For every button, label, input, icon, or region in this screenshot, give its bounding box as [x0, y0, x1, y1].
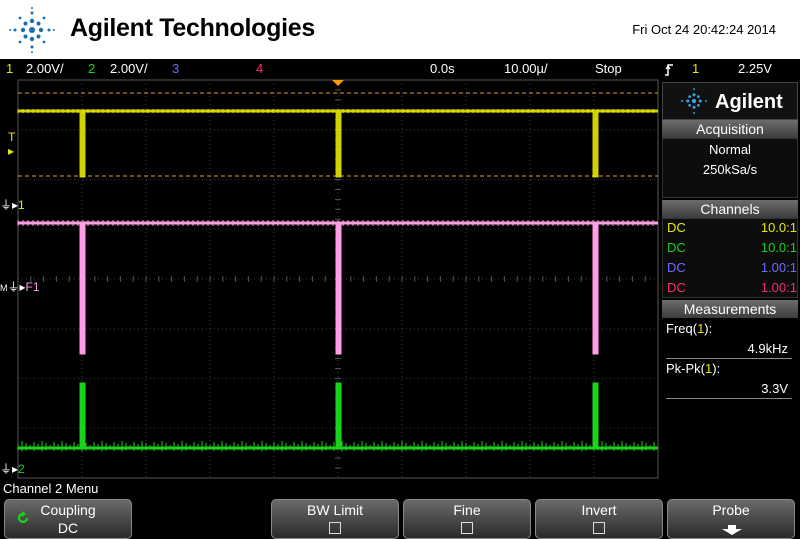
info-panel: Agilent Acquisition Normal 250kSa/s Chan… [660, 78, 800, 480]
timebase-readout[interactable]: 10.00µ/ [504, 59, 548, 78]
datetime-readout: Fri Oct 24 20:42:24 2014 [632, 22, 776, 37]
probe-softkey[interactable]: Probe [667, 499, 795, 539]
panel-brand: Agilent [715, 91, 783, 113]
submenu-arrow-icon [722, 525, 742, 535]
bw-limit-checkbox[interactable] [329, 522, 341, 534]
status-bar: 1 2.00V/ 2 2.00V/ 3 4 0.0s 10.00µ/ Stop … [0, 59, 800, 78]
coupling-softkey[interactable]: Coupling DC [4, 499, 132, 539]
meas-label: Freq(1): [666, 321, 713, 336]
channel-row: DC 10.0:1 [667, 239, 797, 257]
invert-softkey[interactable]: Invert [535, 499, 663, 539]
brand-title: Agilent Technologies [70, 14, 315, 42]
run-state[interactable]: Stop [595, 59, 622, 78]
channel-probe: 10.0:1 [760, 220, 797, 235]
acq-mode: Normal [709, 142, 751, 157]
channel-row: DC 1.00:1 [667, 279, 797, 297]
ch2-trace [18, 382, 658, 450]
bw-limit-label: BW Limit [307, 502, 363, 518]
softkey-bar: Coupling DC BW Limit Fine Invert Probe [0, 497, 800, 539]
meas-value: 3.3V [761, 381, 788, 396]
trigger-position-marker [332, 80, 344, 86]
ch3-number[interactable]: 3 [172, 59, 179, 78]
ch2-ground-marker[interactable]: ⏚▸2 [0, 460, 25, 477]
acquisition-section: Normal 250kSa/s [662, 138, 798, 198]
channel-probe: 10.0:1 [760, 240, 797, 255]
channel-row: DC 1.00:1 [667, 259, 797, 277]
channel-coupling: DC [667, 220, 686, 235]
coupling-value: DC [57, 520, 79, 536]
channels-header: Channels [662, 200, 798, 218]
acq-rate: 250kSa/s [702, 162, 758, 177]
channel-probe: 1.00:1 [760, 260, 797, 275]
agilent-badge: Agilent [662, 82, 798, 120]
meas-value: 4.9kHz [747, 341, 788, 356]
ch2-scale[interactable]: 2.00V/ [110, 59, 148, 78]
fine-softkey[interactable]: Fine [403, 499, 531, 539]
fine-label: Fine [453, 502, 481, 518]
measurements-header: Measurements [662, 300, 798, 318]
invert-label: Invert [581, 502, 617, 518]
channels-section: DC 10.0:1 DC 10.0:1 DC 1.00:1 DC 1.00:1 [662, 218, 798, 298]
trigger-source[interactable]: 1 [692, 59, 699, 78]
probe-label: Probe [712, 502, 750, 518]
ch1-scale[interactable]: 2.00V/ [26, 59, 64, 78]
ch2-number[interactable]: 2 [88, 59, 95, 78]
fine-checkbox[interactable] [461, 522, 473, 534]
menu-title: Channel 2 Menu [0, 480, 800, 497]
channel-row: DC 10.0:1 [667, 219, 797, 237]
meas-label: Pk-Pk(1): [666, 361, 721, 376]
channel-coupling: DC [667, 280, 686, 295]
coupling-label: Coupling [40, 502, 96, 518]
trigger-edge-icon [664, 59, 674, 78]
waveform-display[interactable]: T ▸ ⏚▸1 M⏚▸F1 ⏚▸2 [0, 78, 660, 480]
channel-coupling: DC [667, 240, 686, 255]
math-f1-trace [18, 221, 658, 355]
math-f1-marker[interactable]: M⏚▸F1 [0, 278, 40, 295]
acquisition-header: Acquisition [662, 120, 798, 138]
delay-readout[interactable]: 0.0s [430, 59, 455, 78]
agilent-spark-logo [9, 7, 55, 53]
waveform-graticule [17, 79, 659, 479]
bw-limit-softkey[interactable]: BW Limit [271, 499, 399, 539]
ch4-number[interactable]: 4 [256, 59, 263, 78]
channel-probe: 1.00:1 [760, 280, 797, 295]
ch1-ground-marker[interactable]: ⏚▸1 [0, 196, 25, 213]
ch1-trace [18, 109, 658, 178]
trigger-level-marker[interactable]: T ▸ [8, 130, 15, 158]
measurements-section: Freq(1): 4.9kHz Pk-Pk(1): 3.3V [662, 318, 798, 480]
trigger-level[interactable]: 2.25V [738, 59, 772, 78]
ch1-number[interactable]: 1 [6, 59, 13, 78]
channel-coupling: DC [667, 260, 686, 275]
invert-checkbox[interactable] [593, 522, 605, 534]
agilent-spark-icon [681, 88, 707, 114]
header-bar: Agilent Technologies Fri Oct 24 20:42:24… [0, 0, 800, 59]
